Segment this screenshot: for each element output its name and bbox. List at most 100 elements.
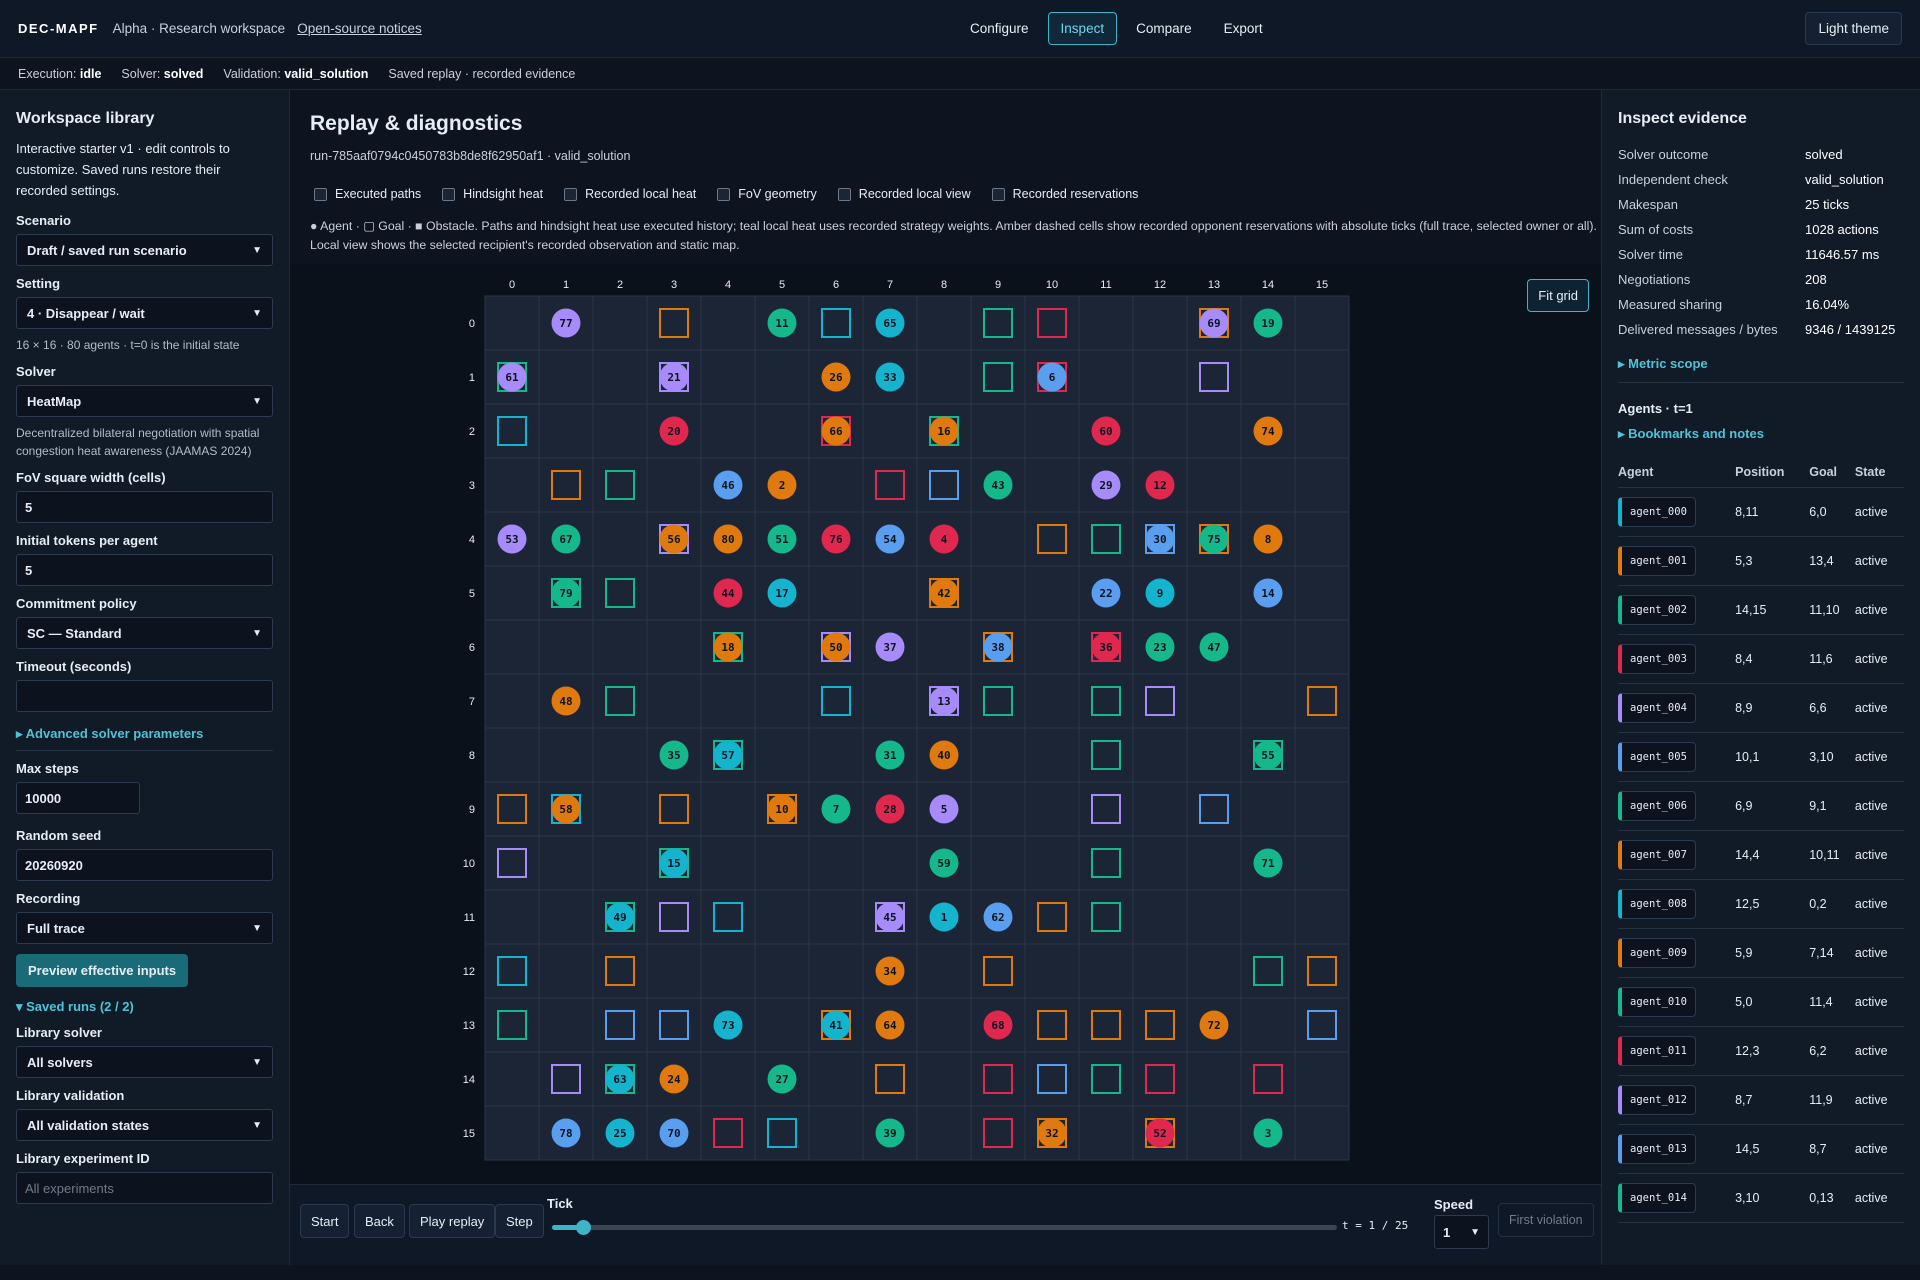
toggle-fov-geometry[interactable]: FoV geometry [717, 187, 817, 201]
library-solver-select[interactable]: All solvers ▼ [16, 1046, 273, 1078]
table-row[interactable]: agent_014 3,10 0,13 active [1618, 1173, 1904, 1223]
solver-select[interactable]: HeatMap ▼ [16, 385, 273, 417]
toggle-recorded-reservations[interactable]: Recorded reservations [991, 187, 1138, 201]
saved-runs-toggle[interactable]: ▾ Saved runs (2 / 2) [16, 999, 273, 1015]
scenario-select[interactable]: Draft / saved run scenario ▼ [16, 234, 273, 266]
step-button[interactable]: Step [495, 1204, 544, 1238]
bookmarks-toggle[interactable]: ▸ Bookmarks and notes [1618, 426, 1904, 442]
fit-grid-button[interactable]: Fit grid [1527, 279, 1589, 312]
advanced-parameters-toggle[interactable]: ▸ Advanced solver parameters [16, 726, 273, 742]
agent-chip[interactable]: agent_005 [1618, 741, 1696, 772]
grid-cell [1078, 727, 1134, 783]
agent-chip[interactable]: agent_013 [1618, 1133, 1696, 1164]
toggle-recorded-local-view[interactable]: Recorded local view [837, 187, 971, 201]
solver-hint: Decentralized bilateral negotiation with… [16, 426, 260, 458]
table-row[interactable]: agent_006 6,9 9,1 active [1618, 781, 1904, 831]
agent-chip[interactable]: agent_011 [1618, 1035, 1696, 1066]
metric-label: Solver outcome [1618, 147, 1709, 162]
agent-chip[interactable]: agent_002 [1618, 594, 1696, 625]
agent-chip[interactable]: agent_004 [1618, 692, 1696, 723]
table-row[interactable]: agent_008 12,5 0,2 active [1618, 879, 1904, 929]
table-row[interactable]: agent_005 10,1 3,10 active [1618, 732, 1904, 782]
toggle-hindsight-heat[interactable]: Hindsight heat [442, 187, 543, 201]
mapf-grid[interactable]: 0 1 2 3 4 5 6 7 8 9 10 11 12 13 14 15012345678910111213… [449, 270, 1409, 1170]
first-violation-button[interactable]: First violation [1498, 1203, 1594, 1237]
start-button[interactable]: Start [300, 1204, 350, 1238]
nav-compare[interactable]: Compare [1123, 12, 1205, 45]
checkbox[interactable] [837, 187, 851, 201]
nav-export[interactable]: Export [1211, 12, 1276, 45]
agent-id-label: 16 [937, 425, 951, 438]
tick-slider-handle[interactable] [576, 1220, 592, 1235]
table-row[interactable]: agent_010 5,0 11,4 active [1618, 977, 1904, 1027]
checkbox[interactable] [564, 187, 578, 201]
light-theme-button[interactable]: Light theme [1805, 12, 1902, 45]
nav-configure[interactable]: Configure [957, 12, 1042, 45]
grid-cell [538, 619, 594, 675]
table-row[interactable]: agent_013 14,5 8,7 active [1618, 1124, 1904, 1174]
agent-goal: 3,10 [1809, 732, 1855, 782]
commitment-select[interactable]: SC — Standard ▼ [16, 617, 273, 649]
table-row[interactable]: agent_009 5,9 7,14 active [1618, 928, 1904, 978]
table-row[interactable]: agent_002 14,15 11,10 active [1618, 585, 1904, 635]
open-source-notices-link[interactable]: Open-source notices [297, 21, 422, 36]
table-row[interactable]: agent_001 5,3 13,4 active [1618, 536, 1904, 586]
table-row[interactable]: agent_012 8,7 11,9 active [1618, 1075, 1904, 1125]
row-label: 10 [463, 858, 475, 870]
grid-cell [484, 1051, 540, 1107]
agent-chip[interactable]: agent_001 [1618, 545, 1696, 576]
grid-cell [1078, 673, 1134, 729]
library-experiment-input[interactable]: All experiments [16, 1172, 273, 1204]
checkbox[interactable] [991, 187, 1005, 201]
seed-input[interactable]: 20260920 [16, 849, 273, 881]
brand-logo: DEC-MAPF [18, 21, 99, 36]
fov-input[interactable]: 5 [16, 491, 273, 523]
timeout-input[interactable] [16, 680, 273, 712]
agent-chip[interactable]: agent_010 [1618, 986, 1696, 1017]
agent-chip[interactable]: agent_006 [1618, 790, 1696, 821]
table-row[interactable]: agent_011 12,3 6,2 active [1618, 1026, 1904, 1076]
column-label: 12 [1154, 279, 1166, 291]
agent-chip[interactable]: agent_009 [1618, 937, 1696, 968]
metric-scope-toggle[interactable]: ▸ Metric scope [1618, 356, 1904, 372]
tick-label: Tick [547, 1196, 573, 1211]
grid-cell [862, 673, 918, 729]
setting-select[interactable]: 4 · Disappear / wait ▼ [16, 297, 273, 329]
agent-chip[interactable]: agent_008 [1618, 888, 1696, 919]
max-steps-input[interactable]: 10000 [16, 782, 140, 814]
agent-id-label: 3 [1265, 1127, 1272, 1140]
agents-table: Agent Position Goal State agent_000 8,11 6… [1618, 458, 1904, 1223]
grid-viewport[interactable]: 0 1 2 3 4 5 6 7 8 9 10 11 12 13 14 15 0 1 2 3 4 5 6 7 8 9 10 11 12 13… [290, 264, 1601, 1184]
recording-select[interactable]: Full trace ▼ [16, 912, 273, 944]
chevron-down-icon: ▼ [252, 1119, 262, 1131]
agent-chip[interactable]: agent_012 [1618, 1084, 1696, 1115]
toggle-executed-paths[interactable]: Executed paths [314, 187, 421, 201]
table-row[interactable]: agent_004 8,9 6,6 active [1618, 683, 1904, 733]
tokens-input[interactable]: 5 [16, 554, 273, 586]
play-replay-button[interactable]: Play replay [409, 1204, 496, 1238]
table-row[interactable]: agent_007 14,4 10,11 active [1618, 830, 1904, 880]
agent-chip[interactable]: agent_007 [1618, 839, 1696, 870]
grid-cell [1294, 727, 1350, 783]
agent-id-label: 58 [559, 803, 572, 816]
speed-select[interactable]: 1 ▼ [1434, 1215, 1489, 1249]
tick-slider[interactable] [552, 1220, 1337, 1235]
checkbox[interactable] [314, 187, 327, 201]
library-validation-select[interactable]: All validation states ▼ [16, 1109, 273, 1141]
grid-cell [1294, 295, 1350, 351]
agent-chip[interactable]: agent_014 [1618, 1182, 1696, 1213]
checkbox[interactable] [442, 187, 456, 201]
table-row[interactable]: agent_003 8,4 11,6 active [1618, 634, 1904, 684]
preview-inputs-button[interactable]: Preview effective inputs [16, 954, 189, 987]
replay-status: Saved replay · recorded evidence [388, 66, 576, 81]
checkbox[interactable] [717, 187, 731, 201]
nav-inspect[interactable]: Inspect [1047, 12, 1118, 45]
agent-chip[interactable]: agent_003 [1618, 643, 1696, 674]
grid-cell [754, 943, 810, 999]
grid-cell [592, 349, 648, 405]
back-button[interactable]: Back [354, 1204, 405, 1238]
table-row[interactable]: agent_000 8,11 6,0 active [1618, 487, 1904, 537]
toggle-recorded-local-heat[interactable]: Recorded local heat [564, 187, 696, 201]
agent-chip[interactable]: agent_000 [1618, 496, 1696, 527]
agent-id-label: 52 [1153, 1127, 1166, 1140]
